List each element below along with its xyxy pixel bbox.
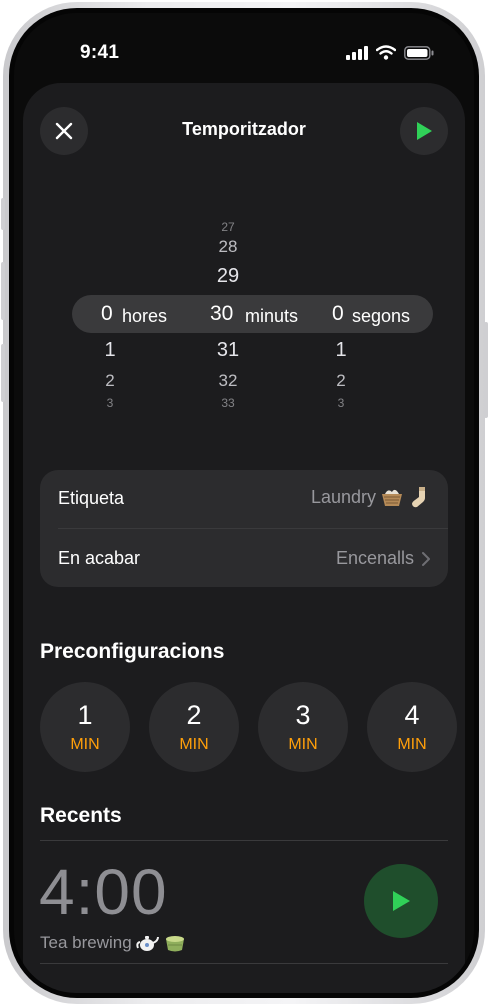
- preset-unit: MIN: [179, 736, 209, 753]
- picker-value: 2: [105, 371, 115, 390]
- recents-title: Recents: [40, 804, 122, 827]
- page-title: Temporitzador: [182, 119, 306, 139]
- section-divider: [40, 963, 448, 964]
- picker-value: 1: [104, 339, 116, 361]
- picker-value: 1: [335, 339, 347, 361]
- when-done-value: Encenalls: [335, 548, 414, 568]
- when-done-title: En acabar: [58, 548, 141, 568]
- picker-value: 29: [216, 265, 240, 287]
- recent-label-row: Tea brewing: [40, 933, 186, 953]
- action-button: [1, 198, 5, 230]
- screen: 9:41 Temporitzador 1 2 3 0 hores 27 28 2…: [14, 13, 474, 993]
- minutes-unit: minuts: [245, 306, 299, 326]
- hours-selected: 0: [101, 302, 113, 325]
- recent-play-button[interactable]: [364, 864, 438, 938]
- start-button[interactable]: [400, 107, 448, 155]
- settings-group: Etiqueta Laundry En acabar Encenalls: [40, 470, 448, 587]
- status-time: 9:41: [80, 42, 120, 63]
- preset-value: 2: [186, 700, 202, 730]
- picker-value: 32: [218, 371, 238, 390]
- preset-value: 1: [77, 700, 93, 730]
- minutes-selected: 30: [210, 302, 234, 325]
- preset-button[interactable]: 1 MIN: [40, 682, 130, 772]
- volume-up-button: [1, 262, 5, 320]
- label-value: Laundry: [310, 486, 376, 507]
- picker-value: 31: [216, 339, 240, 361]
- cellular-signal-icon: [346, 45, 368, 60]
- picker-value: 3: [106, 396, 114, 410]
- power-button: [484, 322, 488, 418]
- volume-down-button: [1, 344, 5, 402]
- picker-value: 28: [218, 237, 238, 256]
- preset-unit: MIN: [70, 736, 100, 753]
- preset-button[interactable]: 3 MIN: [258, 682, 348, 772]
- label-title: Etiqueta: [58, 488, 125, 508]
- battery-icon: [404, 45, 434, 60]
- label-row[interactable]: Etiqueta Laundry: [58, 486, 430, 512]
- presets-title: Preconfiguracions: [40, 640, 225, 663]
- play-icon: [393, 891, 410, 911]
- preset-unit: MIN: [397, 736, 427, 753]
- recent-time: 4:00: [39, 856, 168, 928]
- teapot-icon: [136, 936, 159, 951]
- picker-value: 3: [337, 396, 345, 410]
- timer-sheet: Temporitzador 1 2 3 0 hores 27 28 29 30 …: [23, 83, 465, 993]
- preset-unit: MIN: [288, 736, 318, 753]
- when-done-row[interactable]: En acabar Encenalls: [58, 548, 430, 572]
- hours-unit: hores: [122, 306, 168, 326]
- section-divider: [40, 840, 448, 841]
- status-bar: 9:41: [14, 13, 474, 83]
- laundry-basket-icon: [382, 489, 402, 506]
- seconds-selected: 0: [332, 302, 344, 325]
- picker-value: 33: [221, 396, 235, 410]
- picker-value: 27: [221, 220, 235, 234]
- preset-value: 3: [295, 700, 311, 730]
- wifi-icon: [376, 45, 396, 60]
- recent-label: Tea brewing: [40, 933, 132, 952]
- tea-cup-icon: [165, 936, 184, 952]
- picker-value: 2: [336, 371, 346, 390]
- chevron-right-icon: [422, 551, 430, 566]
- status-icons: [346, 45, 434, 60]
- preset-button[interactable]: 2 MIN: [149, 682, 239, 772]
- play-icon: [417, 122, 432, 140]
- row-divider: [58, 528, 448, 529]
- preset-button[interactable]: 4 MIN: [367, 682, 457, 772]
- seconds-unit: segons: [352, 306, 411, 326]
- preset-value: 4: [404, 700, 420, 730]
- sock-icon: [412, 487, 425, 508]
